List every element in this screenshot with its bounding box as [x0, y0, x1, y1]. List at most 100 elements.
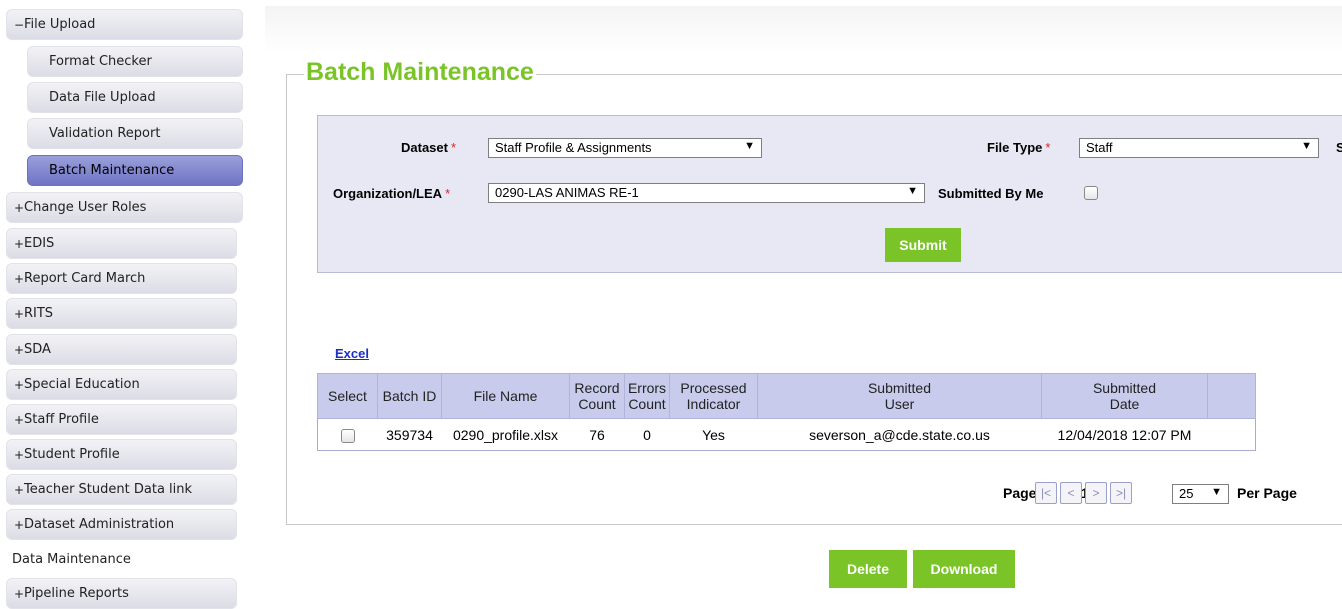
excel-export-link[interactable]: Excel	[335, 346, 369, 361]
expand-icon: +	[14, 586, 25, 601]
chevron-down-icon: ▼	[744, 140, 755, 152]
row-select-checkbox[interactable]	[340, 428, 355, 443]
batch-id-cell: 359734	[377, 418, 442, 451]
sidebar-item-staff-profile[interactable]: + Staff Profile	[6, 404, 237, 435]
select-cell	[317, 418, 378, 451]
sidebar-item-format-checker[interactable]: Format Checker	[27, 46, 243, 77]
chevron-down-icon: ▼	[1211, 486, 1222, 498]
sidebar-item-rits[interactable]: + RITS	[6, 298, 237, 329]
expand-icon: +	[14, 200, 25, 215]
download-button[interactable]: Download	[913, 550, 1015, 588]
sidebar-item-label: Validation Report	[49, 126, 161, 141]
column-header-submitted-date[interactable]: Submitted Date	[1041, 373, 1208, 419]
sidebar-item-label: Report Card March	[24, 271, 146, 286]
truncated-label: S	[1336, 140, 1342, 155]
sidebar-item-label: Format Checker	[49, 54, 152, 69]
sidebar-item-label: Staff Profile	[24, 412, 99, 427]
column-header-errors-count[interactable]: Errors Count	[624, 373, 670, 419]
dataset-label: Dataset *	[401, 140, 457, 155]
column-header-batch-id[interactable]: Batch ID	[377, 373, 442, 419]
sidebar-item-data-maintenance[interactable]: Data Maintenance	[6, 544, 237, 575]
page-title: Batch Maintenance	[304, 58, 536, 87]
column-header-submitted-user[interactable]: Submitted User	[757, 373, 1042, 419]
sidebar-item-label: RITS	[24, 306, 54, 321]
expand-icon: +	[14, 517, 25, 532]
column-header-more	[1207, 373, 1256, 419]
errors-count-cell: 0	[624, 418, 670, 451]
sidebar-item-label: Data File Upload	[49, 90, 156, 105]
sidebar-item-sda[interactable]: + SDA	[6, 334, 237, 365]
chevron-down-icon: ▼	[907, 185, 918, 197]
sidebar-item-report-card-march[interactable]: + Report Card March	[6, 263, 237, 294]
processed-cell: Yes	[669, 418, 758, 451]
sidebar-item-file-upload[interactable]: − File Upload	[6, 9, 243, 40]
sidebar-item-data-file-upload[interactable]: Data File Upload	[27, 82, 243, 113]
organization-label: Organization/LEA *	[333, 186, 451, 201]
per-page-select[interactable]: 25 ▼	[1172, 484, 1229, 504]
dataset-select[interactable]: Staff Profile & Assignments ▼	[488, 138, 762, 158]
sidebar-item-edis[interactable]: + EDIS	[6, 228, 237, 259]
collapse-icon: −	[14, 17, 25, 32]
delete-button[interactable]: Delete	[829, 550, 907, 588]
expand-icon: +	[14, 306, 25, 321]
sidebar-item-change-user-roles[interactable]: + Change User Roles	[6, 192, 243, 223]
dataset-select-value: Staff Profile & Assignments	[495, 140, 652, 155]
expand-icon: +	[14, 447, 25, 462]
sidebar-item-teacher-student-data-link[interactable]: + Teacher Student Data link	[6, 474, 237, 505]
sidebar-item-student-profile[interactable]: + Student Profile	[6, 439, 237, 470]
submitted-by-me-checkbox[interactable]	[1084, 186, 1098, 200]
submit-button[interactable]: Submit	[885, 228, 961, 262]
sidebar-item-label: Dataset Administration	[24, 517, 175, 532]
column-header-select[interactable]: Select	[317, 373, 378, 419]
sidebar-item-label: SDA	[24, 342, 51, 357]
sidebar: − File Upload Format Checker Data File U…	[0, 0, 250, 609]
column-header-file-name[interactable]: File Name	[441, 373, 570, 419]
expand-icon: +	[14, 236, 25, 251]
last-page-icon[interactable]: >|	[1110, 482, 1132, 504]
submitted-date-cell: 12/04/2018 12:07 PM	[1041, 418, 1208, 451]
required-marker: *	[445, 186, 451, 201]
sidebar-item-label: Teacher Student Data link	[24, 482, 193, 497]
expand-icon: +	[14, 377, 25, 392]
sidebar-item-label: Batch Maintenance	[49, 163, 175, 178]
sidebar-item-dataset-administration[interactable]: + Dataset Administration	[6, 509, 237, 540]
column-header-processed-indicator[interactable]: Processed Indicator	[669, 373, 758, 419]
required-marker: *	[1045, 140, 1051, 155]
file-type-select[interactable]: Staff ▼	[1079, 138, 1319, 158]
sidebar-item-label: Pipeline Reports	[24, 586, 129, 601]
sidebar-item-label: Change User Roles	[24, 200, 147, 215]
expand-icon: +	[14, 271, 25, 286]
sidebar-item-label: File Upload	[24, 17, 96, 32]
batch-table: Select Batch ID File Name Record Count Er…	[317, 373, 1256, 451]
sidebar-item-batch-maintenance[interactable]: Batch Maintenance	[27, 155, 243, 186]
sidebar-item-label: EDIS	[24, 236, 55, 251]
file-name-cell: 0290_profile.xlsx	[441, 418, 570, 451]
sidebar-item-special-education[interactable]: + Special Education	[6, 369, 237, 400]
file-type-label: File Type *	[987, 140, 1051, 155]
sidebar-item-label: Student Profile	[24, 447, 120, 462]
top-banner	[265, 6, 1342, 54]
next-page-icon[interactable]: >	[1085, 482, 1107, 504]
expand-icon: +	[14, 482, 25, 497]
previous-page-icon[interactable]: <	[1060, 482, 1082, 504]
per-page-value: 25	[1179, 486, 1194, 501]
per-page-label: Per Page	[1237, 485, 1297, 501]
filter-panel: Dataset * Staff Profile & Assignments ▼ F…	[317, 115, 1342, 273]
required-marker: *	[450, 140, 457, 155]
table-header-row: Select Batch ID File Name Record Count Er…	[317, 373, 1256, 419]
submitted-user-cell: severson_a@cde.state.co.us	[757, 418, 1042, 451]
table-row: 359734 0290_profile.xlsx 76 0 Yes severs…	[317, 418, 1256, 451]
record-count-cell: 76	[569, 418, 625, 451]
chevron-down-icon: ▼	[1301, 140, 1312, 152]
file-type-select-value: Staff	[1086, 140, 1113, 155]
submitted-by-me-label: Submitted By Me	[938, 186, 1044, 201]
column-header-record-count[interactable]: Record Count	[569, 373, 625, 419]
organization-select[interactable]: 0290-LAS ANIMAS RE-1 ▼	[488, 183, 925, 203]
first-page-icon[interactable]: |<	[1035, 482, 1057, 504]
sidebar-item-label: Special Education	[24, 377, 140, 392]
expand-icon: +	[14, 412, 25, 427]
sidebar-item-validation-report[interactable]: Validation Report	[27, 118, 243, 149]
sidebar-item-pipeline-reports[interactable]: + Pipeline Reports	[6, 578, 237, 609]
extra-cell	[1207, 418, 1256, 451]
organization-select-value: 0290-LAS ANIMAS RE-1	[495, 185, 639, 200]
